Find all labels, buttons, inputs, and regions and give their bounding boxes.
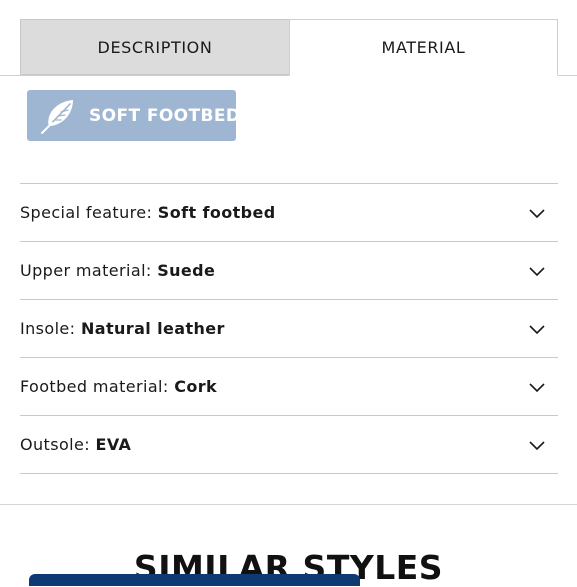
feature-value: EVA <box>95 435 132 454</box>
feature-value: Suede <box>157 261 216 280</box>
feature-label: Footbed material: <box>20 377 169 396</box>
feature-label: Special feature: <box>20 203 153 222</box>
tab-material-label: MATERIAL <box>381 38 466 57</box>
feature-row-outsole[interactable]: Outsole: EVA <box>20 416 558 474</box>
feature-label: Upper material: <box>20 261 152 280</box>
tab-material[interactable]: MATERIAL <box>289 19 558 76</box>
feature-row-upper-material[interactable]: Upper material: Suede <box>20 242 558 300</box>
chevron-down-icon <box>529 208 545 218</box>
feature-row-footbed-material[interactable]: Footbed material: Cork <box>20 358 558 416</box>
section-divider <box>0 504 577 505</box>
feature-text: Insole: Natural leather <box>20 319 225 338</box>
feature-value: Natural leather <box>80 319 225 338</box>
chevron-down-icon <box>529 440 545 450</box>
tab-description-label: DESCRIPTION <box>97 37 213 57</box>
feature-value: Cork <box>174 377 218 396</box>
tab-description[interactable]: DESCRIPTION <box>20 19 289 75</box>
chevron-down-icon <box>529 324 545 334</box>
feature-text: Special feature: Soft footbed <box>20 203 276 222</box>
feature-row-special-feature[interactable]: Special feature: Soft footbed <box>20 184 558 242</box>
chevron-down-icon <box>529 382 545 392</box>
feature-label: Insole: <box>20 319 76 338</box>
feature-label: Outsole: <box>20 435 91 454</box>
feature-text: Upper material: Suede <box>20 261 215 280</box>
chevron-down-icon <box>529 266 545 276</box>
soft-footbed-badge: SOFT FOOTBED <box>27 90 240 141</box>
similar-styles-banner[interactable] <box>29 574 360 586</box>
badge-label: SOFT FOOTBED <box>89 105 241 126</box>
material-feature-list: Special feature: Soft footbed Upper mate… <box>20 183 558 474</box>
feature-text: Outsole: EVA <box>20 435 131 454</box>
feature-row-insole[interactable]: Insole: Natural leather <box>20 300 558 358</box>
feather-icon <box>40 98 76 134</box>
feature-text: Footbed material: Cork <box>20 377 217 396</box>
feature-value: Soft footbed <box>157 203 276 222</box>
